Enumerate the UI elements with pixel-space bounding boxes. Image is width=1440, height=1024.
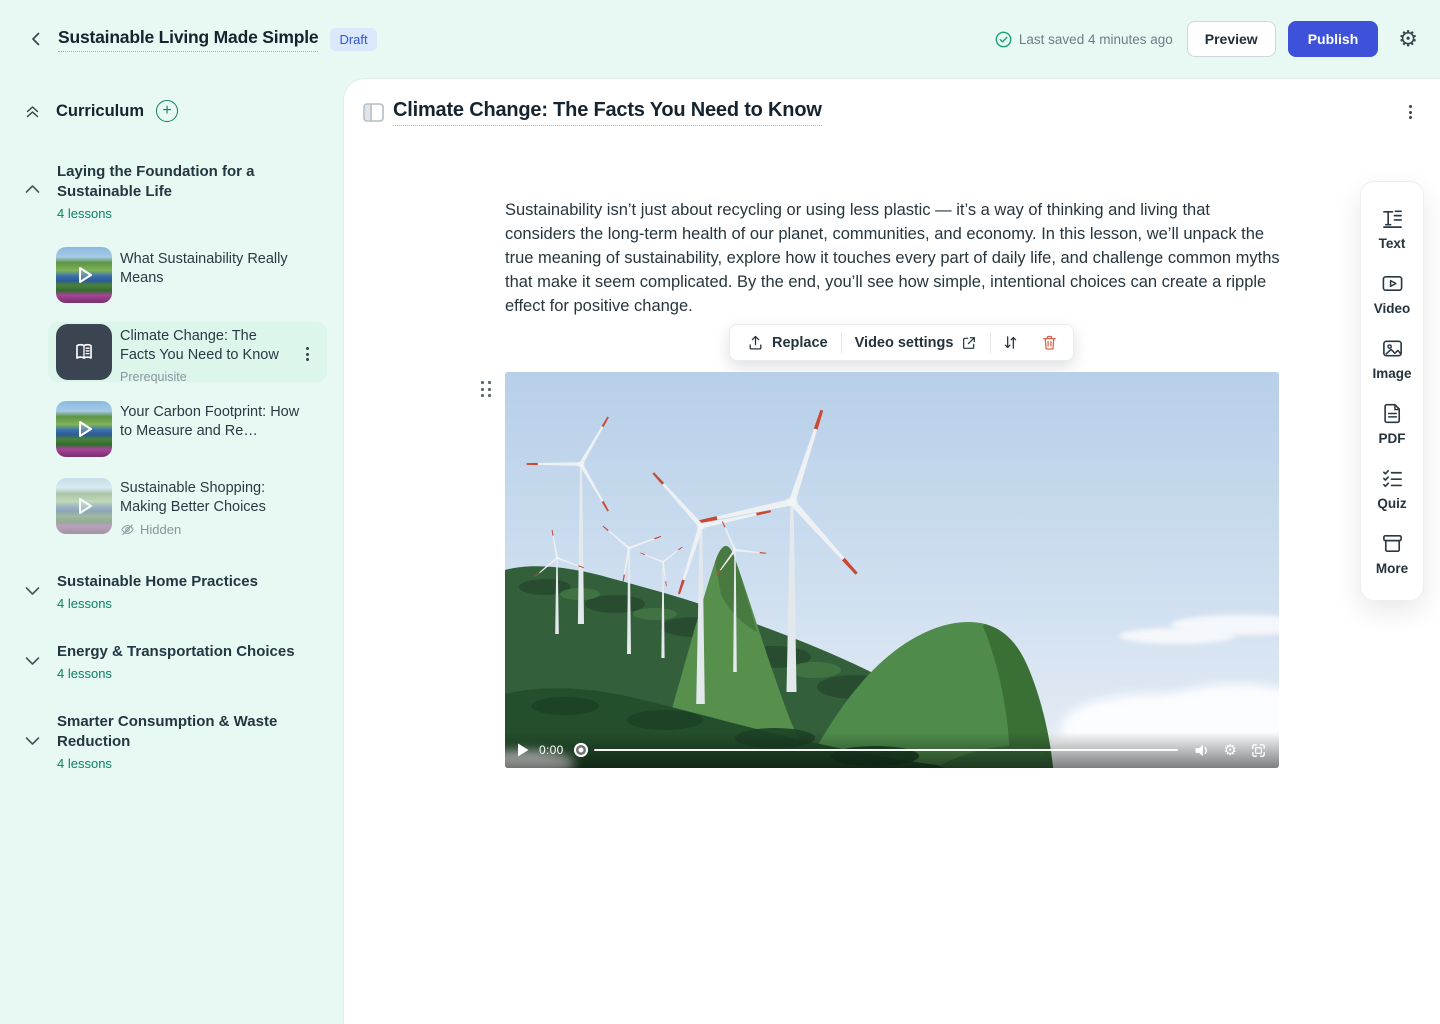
course-title[interactable]: Sustainable Living Made Simple	[58, 27, 318, 52]
video-player[interactable]: 0:00 ⚙	[505, 372, 1279, 768]
lesson-intro-paragraph[interactable]: Sustainability isn’t just about recyclin…	[505, 198, 1281, 318]
lesson-video-thumbnail[interactable]	[56, 247, 112, 303]
pdf-block-icon	[1381, 402, 1404, 425]
app-header: Sustainable Living Made Simple Draft Las…	[0, 0, 1440, 78]
lesson-badge: Prerequisite	[120, 368, 292, 387]
hidden-badge: Hidden	[120, 520, 308, 539]
text-block-icon	[1381, 207, 1404, 230]
lesson-item-selected[interactable]: Climate Change: The Facts You Need to Kn…	[48, 322, 327, 382]
lesson-menu-button[interactable]	[302, 343, 313, 365]
eye-off-icon	[120, 522, 135, 537]
lesson-editor-panel: Climate Change: The Facts You Need to Kn…	[343, 78, 1440, 1024]
settings-gear-icon[interactable]: ⚙	[1398, 28, 1418, 50]
video-seek-track[interactable]	[594, 749, 1178, 752]
lesson-item[interactable]: Your Carbon Footprint: How to Measure an…	[120, 403, 308, 441]
section-lesson-count: 4 lessons	[57, 666, 112, 681]
preview-button[interactable]: Preview	[1187, 21, 1276, 57]
section-lesson-count: 4 lessons	[57, 596, 112, 611]
check-circle-icon	[995, 31, 1012, 48]
saved-status: Last saved 4 minutes ago	[995, 31, 1173, 48]
fullscreen-icon[interactable]	[1250, 742, 1267, 759]
book-icon	[71, 339, 97, 365]
curriculum-sidebar: Curriculum + Laying the Foundation for a…	[0, 78, 343, 1024]
video-controls-bar: 0:00 ⚙	[505, 732, 1279, 768]
palette-item-quiz[interactable]: Quiz	[1361, 457, 1423, 522]
lesson-item[interactable]: What Sustainability Really Means	[120, 250, 308, 288]
palette-item-more[interactable]: More	[1361, 522, 1423, 587]
add-section-button[interactable]: +	[156, 100, 178, 122]
lesson-video-thumbnail-hidden[interactable]	[56, 478, 112, 534]
upload-icon	[747, 334, 764, 351]
move-up-down-icon	[1002, 334, 1019, 351]
volume-icon[interactable]	[1194, 743, 1211, 758]
wind-turbine-video-frame	[505, 372, 1279, 768]
video-settings-button[interactable]: Video settings	[842, 325, 991, 360]
replace-button[interactable]: Replace	[734, 325, 841, 360]
section-title[interactable]: Smarter Consumption & Waste Reduction	[57, 712, 279, 752]
video-settings-icon[interactable]: ⚙	[1224, 743, 1237, 758]
lesson-title[interactable]: Climate Change: The Facts You Need to Kn…	[393, 99, 822, 126]
section-lesson-count: 4 lessons	[57, 206, 112, 221]
lesson-reading-tile	[56, 324, 112, 380]
play-icon	[70, 261, 98, 289]
section-expand-icon[interactable]	[25, 656, 40, 666]
saved-status-label: Last saved 4 minutes ago	[1019, 32, 1173, 47]
section-lesson-count: 4 lessons	[57, 756, 112, 771]
back-button[interactable]	[22, 25, 50, 53]
play-icon	[70, 492, 98, 520]
palette-item-pdf[interactable]: PDF	[1361, 392, 1423, 457]
status-badge: Draft	[330, 28, 376, 51]
image-block-icon	[1381, 337, 1404, 360]
section-collapse-icon[interactable]	[25, 184, 40, 194]
video-scrubber-handle[interactable]	[574, 743, 588, 757]
chevron-left-icon	[28, 31, 44, 47]
publish-button[interactable]: Publish	[1288, 21, 1379, 57]
section-expand-icon[interactable]	[25, 586, 40, 596]
external-link-icon	[961, 335, 977, 351]
play-button[interactable]	[517, 743, 529, 757]
play-icon	[70, 415, 98, 443]
trash-icon	[1041, 334, 1058, 351]
block-drag-handle[interactable]	[477, 377, 495, 401]
delete-block-button[interactable]	[1030, 325, 1069, 360]
lesson-title: Climate Change: The Facts You Need to Kn…	[120, 327, 292, 387]
section-title[interactable]: Energy & Transportation Choices	[57, 642, 317, 662]
lesson-video-thumbnail[interactable]	[56, 401, 112, 457]
collapse-all-icon[interactable]	[24, 103, 41, 120]
more-blocks-icon	[1381, 532, 1404, 555]
block-palette: Text Video Image PDF Quiz More	[1360, 181, 1424, 601]
curriculum-title: Curriculum	[56, 102, 144, 121]
video-block-icon	[1381, 272, 1404, 295]
move-block-button[interactable]	[991, 325, 1030, 360]
quiz-block-icon	[1381, 467, 1404, 490]
video-block-toolbar: Replace Video settings	[729, 324, 1074, 361]
panel-toggle-icon[interactable]	[363, 103, 384, 122]
section-title[interactable]: Laying the Foundation for a Sustainable …	[57, 162, 259, 202]
lesson-item[interactable]: Sustainable Shopping: Making Better Choi…	[120, 479, 308, 539]
section-title[interactable]: Sustainable Home Practices	[57, 572, 317, 592]
lesson-options-button[interactable]	[1405, 101, 1416, 123]
section-expand-icon[interactable]	[25, 736, 40, 746]
palette-item-video[interactable]: Video	[1361, 262, 1423, 327]
video-current-time: 0:00	[539, 743, 564, 757]
palette-item-image[interactable]: Image	[1361, 327, 1423, 392]
palette-item-text[interactable]: Text	[1361, 197, 1423, 262]
